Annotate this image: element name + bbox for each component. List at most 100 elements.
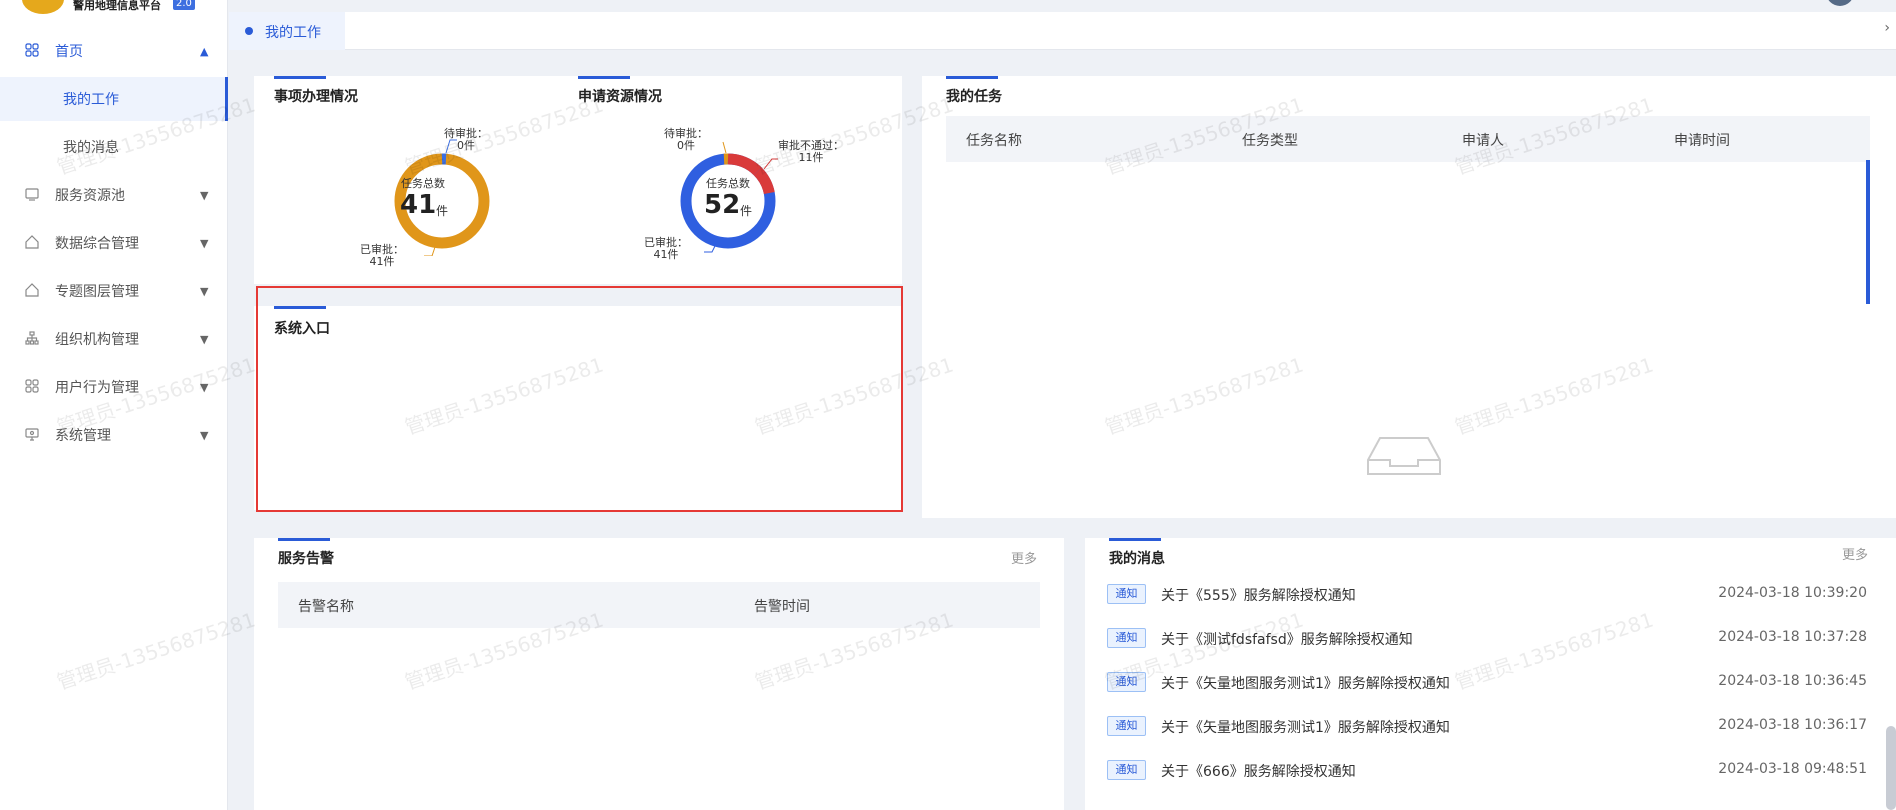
approved-annotation: 已审批： 41件	[360, 244, 404, 268]
chevron-down-icon: ▼	[200, 236, 209, 250]
column-header: 任务类型	[1242, 133, 1298, 149]
pending-annotation: 待审批： 0件	[444, 128, 488, 152]
message-text: 关于《测试fdsfafsd》服务解除授权通知	[1161, 632, 1413, 648]
message-text: 关于《矢量地图服务测试1》服务解除授权通知	[1161, 676, 1450, 692]
donut-total-value: 41	[400, 190, 437, 220]
my-tasks-title: 我的任务	[946, 89, 1002, 105]
column-header: 告警时间	[754, 599, 810, 615]
title-accent	[1109, 538, 1161, 541]
sidebar-item-label: 用户行为管理	[55, 380, 139, 396]
more-link[interactable]: 更多	[1011, 548, 1037, 567]
message-item[interactable]: 通知 关于《555》服务解除授权通知 2024-03-18 10:39:20	[1107, 582, 1867, 606]
approved-annotation: 已审批： 41件	[644, 237, 688, 261]
stats-card: 事项办理情况 申请资源情况 任务总数 41 件 待审批： 0件 已审批： 41件…	[254, 76, 902, 284]
notice-tag: 通知	[1107, 760, 1146, 780]
monitor-icon	[24, 187, 40, 203]
message-item[interactable]: 通知 关于《666》服务解除授权通知 2024-03-18 09:48:51	[1107, 758, 1867, 782]
column-header: 告警名称	[298, 599, 354, 615]
rejected-leader-line	[763, 158, 778, 170]
grid-icon	[24, 43, 40, 59]
sidebar-item-layer-management[interactable]: 专题图层管理 ▼	[0, 271, 228, 311]
app-title: 警用地理信息平台	[73, 0, 161, 12]
donut-segment-rejected	[727, 153, 762, 176]
sidebar-item-my-work[interactable]: 我的工作	[0, 77, 228, 121]
chevron-down-icon: ▼	[200, 428, 209, 442]
org-icon	[24, 331, 40, 347]
sidebar-item-user-behavior[interactable]: 用户行为管理 ▼	[0, 367, 228, 407]
active-dot-icon	[245, 27, 253, 35]
home-icon	[24, 283, 40, 299]
tab-my-work[interactable]: 我的工作	[229, 12, 345, 50]
screen-icon	[24, 427, 40, 443]
tab-label: 我的工作	[265, 25, 321, 41]
page-scrollbar[interactable]	[1886, 726, 1896, 810]
sidebar-item-system-management[interactable]: 系统管理 ▼	[0, 415, 228, 455]
empty-state-icon	[1367, 437, 1441, 475]
sidebar-item-label: 我的消息	[63, 140, 119, 156]
my-messages-title: 我的消息	[1109, 551, 1165, 567]
chevron-down-icon: ▼	[200, 188, 209, 202]
notice-tag: 通知	[1107, 584, 1146, 604]
message-item[interactable]: 通知 关于《测试fdsfafsd》服务解除授权通知 2024-03-18 10:…	[1107, 626, 1867, 650]
grid-icon	[24, 379, 40, 395]
chevron-up-icon: ▲	[200, 44, 209, 58]
resources-title: 申请资源情况	[578, 89, 662, 105]
matters-donut-chart	[394, 139, 490, 256]
message-text: 关于《666》服务解除授权通知	[1161, 764, 1356, 780]
message-time: 2024-03-18 09:48:51	[1718, 761, 1867, 777]
pending-annotation: 待审批： 0件	[664, 128, 708, 152]
sidebar-item-data-management[interactable]: 数据综合管理 ▼	[0, 223, 228, 263]
donut-center-label: 任务总数	[706, 177, 750, 190]
donut-total-unit: 件	[740, 204, 753, 218]
sidebar-item-label: 首页	[55, 44, 83, 60]
chevron-down-icon: ▼	[200, 284, 209, 298]
message-time: 2024-03-18 10:39:20	[1718, 585, 1867, 601]
alerts-table-header: 告警名称 告警时间	[278, 582, 1040, 628]
column-header: 申请人	[1462, 133, 1504, 149]
message-item[interactable]: 通知 关于《矢量地图服务测试1》服务解除授权通知 2024-03-18 10:3…	[1107, 714, 1867, 738]
sidebar-item-label: 组织机构管理	[55, 332, 139, 348]
sidebar-item-label: 数据综合管理	[55, 236, 139, 252]
version-badge: 2.0	[173, 0, 195, 10]
close-icon[interactable]: ›	[1884, 20, 1890, 36]
column-header: 任务名称	[966, 133, 1022, 149]
approved-count: 41件	[369, 255, 395, 268]
donut-total-unit: 件	[436, 204, 449, 218]
sidebar-item-label: 服务资源池	[55, 188, 125, 204]
logo-row: 警用地理信息平台 2.0	[0, 0, 228, 14]
title-accent	[578, 76, 630, 79]
tab-bar: 我的工作 ›	[229, 12, 1896, 50]
pending-leader-line	[722, 141, 727, 154]
message-time: 2024-03-18 10:36:17	[1718, 717, 1867, 733]
scrollbar[interactable]	[1866, 160, 1870, 304]
column-header: 申请时间	[1674, 133, 1730, 149]
matters-title: 事项办理情况	[274, 89, 358, 105]
service-alerts-title: 服务告警	[278, 551, 334, 567]
sidebar-item-my-messages[interactable]: 我的消息	[0, 125, 228, 169]
sidebar-item-service-pool[interactable]: 服务资源池 ▼	[0, 175, 228, 215]
message-time: 2024-03-18 10:37:28	[1718, 629, 1867, 645]
sidebar-item-label: 我的工作	[63, 92, 119, 108]
pending-count: 0件	[677, 139, 695, 152]
notice-tag: 通知	[1107, 628, 1146, 648]
sidebar-item-home[interactable]: 首页 ▲	[0, 31, 228, 71]
title-accent	[274, 76, 326, 79]
title-accent	[278, 538, 330, 541]
chevron-down-icon: ▼	[200, 380, 209, 394]
user-avatar[interactable]	[1826, 0, 1854, 6]
chevron-down-icon: ▼	[200, 332, 209, 346]
message-item[interactable]: 通知 关于《矢量地图服务测试1》服务解除授权通知 2024-03-18 10:3…	[1107, 670, 1867, 694]
sidebar-item-org-management[interactable]: 组织机构管理 ▼	[0, 319, 228, 359]
rejected-count: 11件	[798, 151, 824, 164]
home-icon	[24, 235, 40, 251]
rejected-annotation: 审批不通过： 11件	[778, 140, 844, 164]
service-alerts-card: 服务告警 更多 告警名称 告警时间	[254, 538, 1064, 810]
notice-tag: 通知	[1107, 716, 1146, 736]
sidebar: 警用地理信息平台 2.0 首页 ▲ 我的工作 我的消息 服务资源池 ▼ 数据综合…	[0, 0, 228, 810]
pending-count: 0件	[457, 139, 475, 152]
title-accent	[946, 76, 998, 79]
my-tasks-card: 我的任务 任务名称 任务类型 申请人 申请时间	[922, 76, 1896, 518]
more-link[interactable]: 更多	[1842, 544, 1868, 563]
tasks-table-header: 任务名称 任务类型 申请人 申请时间	[946, 116, 1870, 162]
approved-count: 41件	[653, 248, 679, 261]
